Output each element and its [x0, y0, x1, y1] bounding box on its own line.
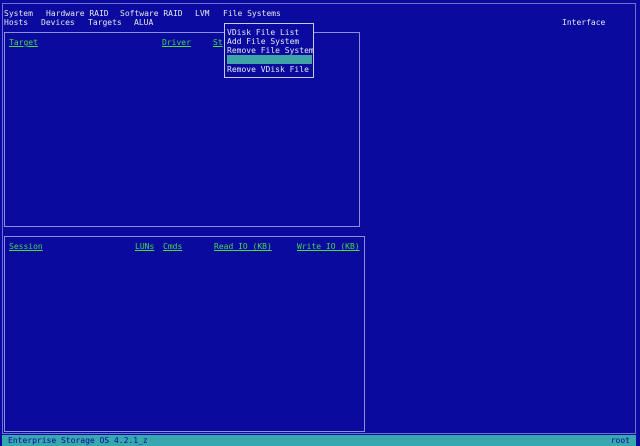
status-user: root [610, 436, 630, 445]
menu-hosts[interactable]: Hosts [4, 18, 28, 27]
menu-interface[interactable]: Interface [562, 18, 605, 27]
menu-hardware-raid[interactable]: Hardware RAID [46, 9, 109, 18]
file-systems-dropdown: VDisk File List Add File System Remove F… [224, 23, 314, 78]
menu-item-vdisk-file-list[interactable]: VDisk File List [227, 28, 312, 37]
column-header-luns[interactable]: LUNs [135, 242, 154, 251]
column-header-status[interactable]: St [213, 38, 223, 47]
menu-item-remove-vdisk-file[interactable]: Remove VDisk File [227, 65, 312, 74]
status-bar: Enterprise Storage OS 4.2.1_z root [2, 435, 636, 446]
menu-file-systems[interactable]: File Systems [223, 9, 281, 18]
column-header-read-io[interactable]: Read IO (KB) [214, 242, 272, 251]
column-header-cmds[interactable]: Cmds [163, 242, 182, 251]
menu-devices[interactable]: Devices [41, 18, 75, 27]
column-header-target[interactable]: Target [9, 38, 38, 47]
column-header-session[interactable]: Session [9, 242, 43, 251]
menu-item-add-file-system[interactable]: Add File System [227, 37, 312, 46]
column-header-driver[interactable]: Driver [162, 38, 191, 47]
menu-item-remove-file-system[interactable]: Remove File System [227, 46, 314, 55]
menu-software-raid[interactable]: Software RAID [120, 9, 183, 18]
menu-system[interactable]: System [4, 9, 33, 18]
menu-item-add-vdisk-file[interactable]: Add VDisk File [227, 55, 312, 64]
menu-alua[interactable]: ALUA [134, 18, 153, 27]
menu-targets[interactable]: Targets [88, 18, 122, 27]
menu-lvm[interactable]: LVM [195, 9, 209, 18]
status-version: Enterprise Storage OS 4.2.1_z [8, 436, 148, 445]
column-header-write-io[interactable]: Write IO (KB) [297, 242, 360, 251]
sessions-panel: Session LUNs Cmds Read IO (KB) Write IO … [4, 236, 365, 432]
